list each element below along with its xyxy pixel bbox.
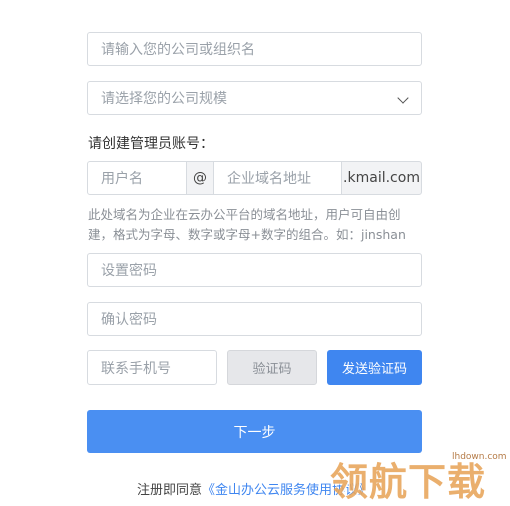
- confirm-password-placeholder: 确认密码: [101, 312, 157, 328]
- send-code-button[interactable]: 发送验证码: [327, 350, 422, 385]
- agreement-prefix: 注册即同意: [137, 483, 203, 498]
- verification-code-placeholder: 验证码: [252, 362, 292, 377]
- domain-suffix-addon: .kmail.com: [341, 161, 422, 195]
- company-name-placeholder: 请输入您的公司或组织名: [101, 42, 255, 58]
- at-sign-addon: @: [186, 161, 214, 195]
- username-input[interactable]: 用户名: [87, 161, 188, 195]
- company-scale-select[interactable]: 请选择您的公司规模: [87, 81, 422, 115]
- confirm-password-input[interactable]: 确认密码: [87, 302, 422, 336]
- watermark-logo: 领航下载: [330, 460, 487, 504]
- password-placeholder: 设置密码: [101, 263, 157, 279]
- chevron-down-icon: [397, 92, 409, 104]
- password-input[interactable]: 设置密码: [87, 253, 422, 287]
- company-scale-placeholder: 请选择您的公司规模: [101, 91, 227, 107]
- next-button[interactable]: 下一步: [87, 410, 422, 453]
- domain-input[interactable]: 企业域名地址: [213, 161, 343, 195]
- domain-placeholder: 企业域名地址: [227, 171, 311, 187]
- phone-placeholder: 联系手机号: [101, 360, 171, 377]
- verification-code-input[interactable]: 验证码: [227, 350, 317, 385]
- domain-hint: 此处域名为企业在云办公平台的域名地址，用户可自由创建，格式为字母、数字或字母+数…: [88, 207, 406, 242]
- company-name-input[interactable]: 请输入您的公司或组织名: [87, 32, 422, 66]
- username-placeholder: 用户名: [101, 171, 143, 187]
- admin-account-label: 请创建管理员账号：: [88, 136, 214, 152]
- phone-input[interactable]: 联系手机号: [87, 350, 217, 385]
